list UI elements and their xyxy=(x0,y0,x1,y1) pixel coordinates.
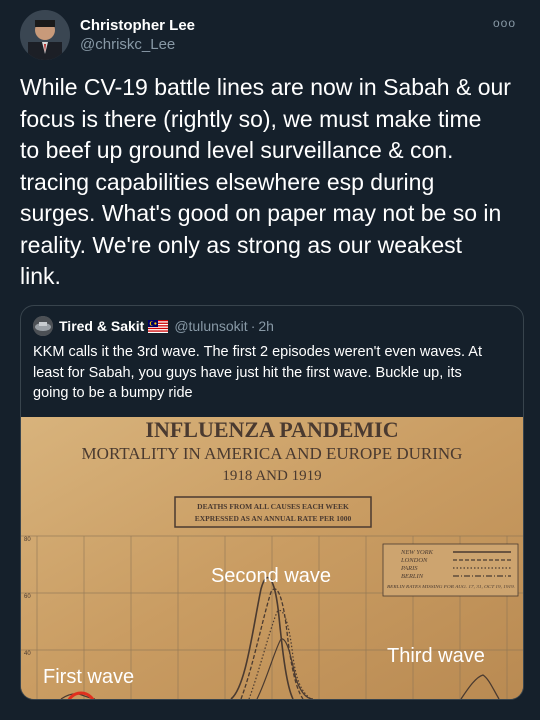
author-avatar[interactable] xyxy=(20,10,70,60)
y-tick-60: 60 xyxy=(24,594,31,600)
legend-new-york: NEW YORK xyxy=(400,549,434,556)
author-handle[interactable]: @chriskc_Lee xyxy=(80,35,195,54)
quoted-author-display-name[interactable]: Tired & Sakit xyxy=(59,318,144,334)
legend-london: LONDON xyxy=(400,557,428,564)
poster-legend: NEW YORK LONDON PARIS BERLIN BERLIN RATE… xyxy=(382,543,519,597)
tweet-text: While CV-19 battle lines are now in Saba… xyxy=(20,74,511,289)
tweet-header: Christopher Lee @chriskc_Lee ooo xyxy=(20,10,520,60)
y-tick-40: 40 xyxy=(24,651,31,657)
quoted-tweet[interactable]: Tired & Sakit @tulunsokit · 2h KKM calls… xyxy=(20,305,524,700)
legend-paris: PARIS xyxy=(400,565,418,572)
quoted-author-avatar[interactable] xyxy=(33,316,53,336)
quoted-tweet-image[interactable]: INFLUENZA PANDEMIC MORTALITY IN AMERICA … xyxy=(21,417,523,699)
malaysia-flag-icon xyxy=(148,319,169,333)
poster-title-line1: INFLUENZA PANDEMIC xyxy=(145,417,398,442)
quoted-tweet-header: Tired & Sakit @tulunsokit · 2h xyxy=(33,316,274,336)
poster-title-line3: 1918 AND 1919 xyxy=(222,468,321,484)
quoted-tweet-text: KKM calls it the 3rd wave. The first 2 e… xyxy=(33,344,482,401)
more-options-icon[interactable]: ooo xyxy=(493,16,516,30)
label-second-wave: Second wave xyxy=(211,565,331,587)
label-first-wave: First wave xyxy=(43,666,134,688)
label-third-wave: Third wave xyxy=(387,645,485,667)
author-display-name[interactable]: Christopher Lee xyxy=(80,16,195,35)
separator-dot: · xyxy=(250,318,256,334)
quoted-author-handle[interactable]: @tulunsokit xyxy=(174,318,247,334)
poster-caption-line2: EXPRESSED AS AN ANNUAL RATE PER 1000 xyxy=(195,514,352,523)
y-tick-80: 80 xyxy=(24,537,31,543)
poster-title-line2: MORTALITY IN AMERICA AND EUROPE DURING xyxy=(82,444,463,463)
poster-caption-line1: DEATHS FROM ALL CAUSES EACH WEEK xyxy=(197,502,349,511)
quoted-tweet-time[interactable]: 2h xyxy=(258,318,274,334)
legend-berlin: BERLIN xyxy=(401,573,424,580)
